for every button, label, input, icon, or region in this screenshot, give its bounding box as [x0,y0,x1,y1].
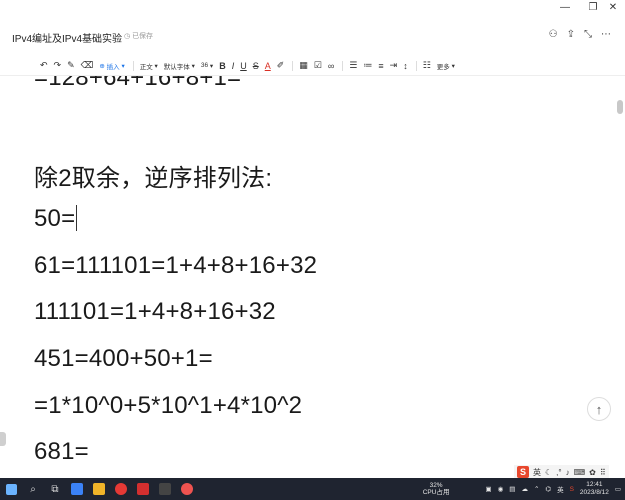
notification-icon[interactable]: ▭ [615,485,621,493]
sogou-logo: S [517,466,529,478]
scrollbar-thumb[interactable] [617,100,623,114]
table-icon[interactable]: ▦ [299,58,308,74]
format-toolbar: ↶ ↷ ✎ ⌫ ⊕ 插入 ▾ 正文 ▾ 默认字体 ▾ 36 ▾ B I U S … [0,56,625,76]
doc-line[interactable]: 除2取余，逆序排列法: [34,158,272,193]
app-icon-blue[interactable] [66,478,88,500]
search-icon[interactable]: ⌕ [22,478,44,500]
redo-icon[interactable]: ↷ [54,58,62,74]
strikethrough-button[interactable]: S [253,58,259,74]
more-icon[interactable]: ⋯ [601,29,611,40]
ime-keyboard-icon[interactable]: ⌨ [574,468,586,477]
app-icon-red-2[interactable] [132,478,154,500]
windows-start-icon[interactable] [0,478,22,500]
indent-icon[interactable]: ⇥ [390,58,398,74]
format-painter-icon[interactable]: ✎ [67,58,75,74]
font-size-label: 36 [200,62,209,69]
tray-icon[interactable]: ▤ [509,485,515,493]
font-color-button[interactable]: A [265,58,271,74]
bold-button[interactable]: B [219,58,226,74]
network-icon[interactable]: ⌬ [545,485,551,493]
user-icon[interactable]: ⚇ [549,29,558,40]
ime-grid-icon[interactable]: ⠿ [600,468,606,477]
toolbar-divider [292,60,294,71]
minimize-icon[interactable]: — [555,1,575,15]
window-titlebar: — ❐ ✕ [0,0,625,24]
italic-button[interactable]: I [232,58,235,74]
sogou-tray-icon[interactable]: S [570,486,574,493]
more-button[interactable]: 更多 ▾ [437,58,455,74]
document-title: IPv4编址及IPv4基础实验 [12,34,123,45]
checkbox-icon[interactable]: ☑ [314,58,322,74]
close-icon[interactable]: ✕ [603,1,623,15]
ime-lang[interactable]: 英 [533,467,541,478]
cpu-label: CPU占用 [422,489,450,496]
saved-label: 已保存 [132,33,154,40]
collapse-icon[interactable]: ⤡ [584,29,592,40]
doc-line[interactable]: 111101=1+4+8+16+32 [34,298,276,326]
system-tray: 32% CPU占用 ▣ ◉ ▤ ☁ ⌃ ⌬ 英 S 12:41 2023/8/1… [423,478,621,500]
bullet-list-icon[interactable]: ☰ [349,58,357,74]
clear-format-icon[interactable]: ⌫ [81,58,94,74]
font-label: 默认字体 [163,63,190,71]
ime-punct-icon[interactable]: ,° [556,468,561,477]
app-icon-red[interactable] [110,478,132,500]
task-view-icon[interactable]: ⧉ [44,478,66,500]
text-cursor [76,205,78,231]
toolbar-divider [342,60,344,71]
ime-tray-icon[interactable]: 英 [557,484,564,494]
app-icon-dark[interactable] [154,478,176,500]
tray-icon[interactable]: ▣ [485,485,491,493]
more-label: 更多 [436,63,450,71]
clock-date: 2023/8/12 [579,489,609,496]
underline-button[interactable]: U [240,58,247,74]
font-select[interactable]: 默认字体 ▾ [164,58,195,74]
doc-line[interactable]: 50= [34,205,75,232]
restore-icon[interactable]: ❐ [583,1,603,15]
header-actions: ⚇ ⇪ ⤡ ⋯ [549,29,611,40]
doc-line[interactable]: =1*10^0+5*10^1+4*10^2 [34,392,302,420]
toolbar-divider [415,60,417,71]
insert-button[interactable]: ⊕ 插入 ▾ [99,58,124,74]
insert-label: 插入 [106,63,120,71]
undo-icon[interactable]: ↶ [40,58,48,74]
tray-icon[interactable]: ☁ [521,485,528,493]
app-icon-folder[interactable] [88,478,110,500]
clock-time: 12:41 [586,481,603,488]
side-panel-toggle[interactable] [0,432,6,446]
style-label: 正文 [139,63,153,71]
font-size-select[interactable]: 36 ▾ [201,58,213,74]
cpu-value: 32% [429,482,443,489]
back-to-top-button[interactable]: ↑ [587,397,611,421]
taskbar: ⌕ ⧉ 32% CPU占用 ▣ ◉ ▤ ☁ ⌃ ⌬ 英 S 12:41 2023… [0,478,625,500]
share-icon[interactable]: ⇪ [567,29,575,40]
doc-line[interactable]: =128+64+16+8+1= [34,76,241,92]
toolbar-divider [132,60,134,71]
link-icon[interactable]: ∞ [328,58,334,74]
document-body[interactable]: =128+64+16+8+1= 除2取余，逆序排列法: 50= 61=11110… [0,76,612,470]
saved-status: ◷ 已保存 [124,33,154,40]
doc-line[interactable]: 451=400+50+1= [34,345,213,373]
arrow-up-icon: ↑ [595,401,603,417]
app-icon-browser[interactable] [176,478,198,500]
tray-chevron-icon[interactable]: ⌃ [534,485,539,493]
document-header: IPv4编址及IPv4基础实验 ◷ 已保存 ⚇ ⇪ ⤡ ⋯ [0,24,625,54]
style-select[interactable]: 正文 ▾ [140,58,158,74]
line-spacing-icon[interactable]: ↕ [403,58,408,74]
highlight-icon[interactable]: ✐ [277,58,285,74]
align-icon[interactable]: ≡ [378,58,383,74]
ime-skin-icon[interactable]: ✿ [589,468,596,477]
tray-icon[interactable]: ◉ [498,485,504,493]
ime-moon-icon[interactable]: ☾ [545,468,552,477]
doc-line[interactable]: 61=111101=1+4+8+16+32 [34,252,317,280]
paragraph-icon[interactable]: ☷ [423,58,431,74]
doc-line[interactable]: 681= [34,438,89,466]
clock[interactable]: 12:41 2023/8/12 [580,481,609,497]
cpu-widget[interactable]: 32% CPU占用 [423,482,450,496]
ime-mic-icon[interactable]: ♪ [566,468,570,477]
ime-toolbar[interactable]: S 英 ☾ ,° ♪ ⌨ ✿ ⠿ [514,465,609,479]
numbered-list-icon[interactable]: ≔ [363,58,372,74]
doc-line-with-cursor[interactable]: 50= [34,205,78,233]
